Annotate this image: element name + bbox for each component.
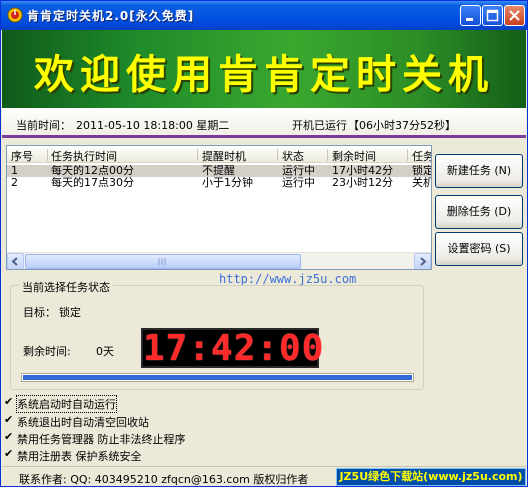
new-task-button[interactable]: 新建任务 (N) (435, 154, 523, 188)
option-label: 系统启动时自动运行 (16, 395, 117, 413)
close-button[interactable] (504, 5, 525, 26)
cell-status: 运行中 (282, 165, 315, 177)
cell-remaining: 23小时12分 (332, 177, 393, 189)
column-header-exec-time[interactable]: 任务执行时间 (51, 148, 117, 164)
column-header-index[interactable]: 序号 (11, 148, 33, 164)
option-autostart-checkbox[interactable]: ✔ 系统启动时自动运行 (4, 395, 304, 413)
target-label: 目标： (23, 306, 56, 319)
banner-text: 欢迎使用肯肯定时关机 (34, 51, 494, 98)
scroll-right-button[interactable] (414, 253, 431, 269)
column-header-status[interactable]: 状态 (282, 148, 304, 164)
grip-icon (158, 258, 166, 265)
column-separator[interactable] (327, 149, 328, 161)
chevron-right-icon (420, 257, 427, 266)
option-disable-registry-checkbox[interactable]: ✔ 禁用注册表 保护系统安全 (4, 447, 304, 463)
app-icon (7, 7, 23, 23)
checkmark-icon: ✔ (4, 447, 14, 460)
status-bar: 当前时间： 2011-05-10 18:18:00 星期二 开机已运行 【06小… (2, 108, 526, 138)
target-value: 锁定 (59, 306, 81, 319)
countdown-display: 17:42:00 (141, 328, 325, 369)
checkmark-icon: ✔ (4, 430, 14, 443)
option-label: 禁用注册表 保护系统安全 (17, 450, 142, 463)
option-label: 禁用任务管理器 防止非法终止程序 (17, 433, 186, 446)
cell-reminder: 小于1分钟 (202, 177, 253, 189)
scroll-thumb[interactable] (25, 254, 301, 269)
countdown-digits: 17:42:00 (143, 328, 325, 369)
checkmark-icon: ✔ (4, 395, 14, 408)
cell-task: 关机 (412, 177, 431, 189)
close-icon (509, 10, 520, 21)
table-row[interactable]: 1 每天的12点00分 不提醒 运行中 17小时42分 锁定 (7, 165, 431, 177)
horizontal-scrollbar[interactable] (7, 252, 431, 269)
column-header-reminder[interactable]: 提醒时机 (202, 148, 246, 164)
column-header-task[interactable]: 任务 (412, 148, 431, 164)
column-separator[interactable] (277, 149, 278, 161)
website-link[interactable]: http://www.jz5u.com (219, 272, 356, 286)
task-list[interactable]: 序号 任务执行时间 提醒时机 状态 剩余时间 任务 1 每天的12点00分 不提… (6, 145, 432, 270)
contact-info: 联系作者: QQ: 403495210 zfqcn@163.com 版权归作者 (19, 473, 309, 486)
group-title: 当前选择任务状态 (19, 279, 113, 295)
minimize-icon (466, 18, 473, 21)
maximize-icon (486, 9, 499, 22)
column-separator[interactable] (47, 149, 48, 161)
chevron-left-icon (11, 257, 18, 266)
cell-index: 1 (11, 165, 18, 177)
current-time-value: 2011-05-10 18:18:00 星期二 (76, 119, 230, 132)
cell-index: 2 (11, 177, 18, 189)
cell-task: 锁定 (412, 165, 431, 177)
task-progress-bar (21, 373, 414, 382)
site-badge: JZ5U绿色下载站(www.jz5u.com) (336, 468, 526, 486)
title-bar[interactable]: 肯肯定时关机2.0[永久免费] (1, 1, 527, 30)
cell-exec-time: 每天的17点30分 (51, 177, 134, 189)
column-separator[interactable] (407, 149, 408, 161)
footer: 联系作者: QQ: 403495210 zfqcn@163.com 版权归作者 … (2, 466, 526, 486)
column-separator[interactable] (197, 149, 198, 161)
column-header-remaining[interactable]: 剩余时间 (332, 148, 376, 164)
scroll-left-button[interactable] (7, 253, 24, 269)
cell-reminder: 不提醒 (202, 165, 235, 177)
progress-fill (23, 375, 412, 380)
checkmark-icon: ✔ (4, 413, 14, 426)
cell-remaining: 17小时42分 (332, 165, 393, 177)
remaining-days: 0天 (96, 345, 114, 358)
option-empty-recycle-checkbox[interactable]: ✔ 系统退出时自动清空回收站 (4, 413, 304, 429)
window-title: 肯肯定时关机2.0[永久免费] (27, 9, 195, 23)
option-label: 系统退出时自动清空回收站 (17, 416, 149, 429)
delete-task-button[interactable]: 删除任务 (D) (435, 195, 523, 229)
minimize-button[interactable] (460, 5, 481, 26)
uptime-label: 开机已运行 (292, 119, 347, 132)
task-list-header: 序号 任务执行时间 提醒时机 状态 剩余时间 任务 (7, 146, 431, 163)
cell-exec-time: 每天的12点00分 (51, 165, 134, 177)
option-disable-taskmgr-checkbox[interactable]: ✔ 禁用任务管理器 防止非法终止程序 (4, 430, 304, 446)
table-row[interactable]: 2 每天的17点30分 小于1分钟 运行中 23小时12分 关机 (7, 177, 431, 189)
remaining-time-label: 剩余时间: (23, 345, 71, 358)
uptime-value: 【06小时37分52秒】 (348, 119, 456, 132)
set-password-button[interactable]: 设置密码 (S) (435, 232, 523, 266)
app-window: 肯肯定时关机2.0[永久免费] 欢迎使用肯肯定时关机 当前时间： 2011-05… (0, 0, 528, 487)
maximize-button[interactable] (482, 5, 503, 26)
current-time-label: 当前时间： (16, 119, 71, 132)
welcome-banner: 欢迎使用肯肯定时关机 (2, 30, 526, 108)
cell-status: 运行中 (282, 177, 315, 189)
